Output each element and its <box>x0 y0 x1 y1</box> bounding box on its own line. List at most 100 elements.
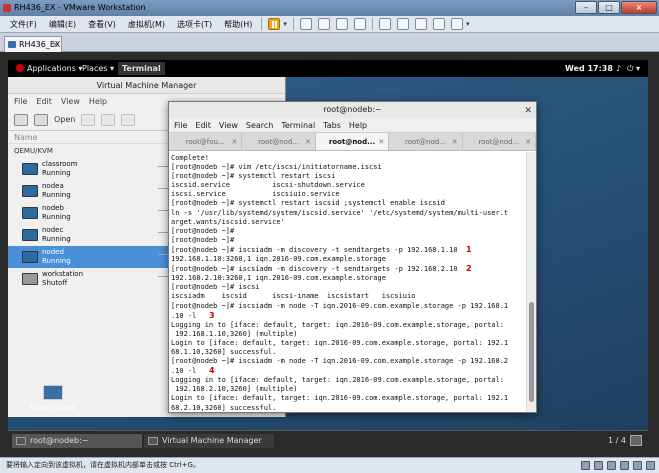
tab-close-icon[interactable]: × <box>52 37 59 52</box>
annotation-number: 4 <box>208 366 215 376</box>
cdrom-status-icon[interactable] <box>594 461 603 470</box>
pause-vm-icon[interactable] <box>101 113 116 126</box>
desktop-icon-view-nodec[interactable]: View nodec <box>28 385 78 412</box>
annotation-number: 1 <box>466 244 472 254</box>
terminal-close-icon[interactable]: ✕ <box>524 103 532 119</box>
terminal-line: Logging in to [iface: default, target: i… <box>171 320 504 329</box>
volume-icon[interactable]: ♪ <box>616 60 621 77</box>
terminal-tab[interactable]: root@nod... ✕ <box>463 133 537 151</box>
terminal-tab[interactable]: root@nod... ✕ <box>242 133 316 151</box>
menu-vm[interactable]: 虚拟机(M) <box>122 19 171 30</box>
guest-display[interactable]: Applications ▾ Places ▾ Terminal Wed 17:… <box>8 60 648 450</box>
minimize-button[interactable]: – <box>575 1 597 14</box>
terminal-line: [root@nodeb ~]# systemctl restart iscsid… <box>171 199 445 208</box>
workspace-pager[interactable]: 1 / 4 <box>608 434 626 448</box>
vmm-title: Virtual Machine Manager <box>8 77 285 94</box>
menu-file[interactable]: 文件(F) <box>4 19 43 30</box>
library-icon[interactable] <box>378 18 391 30</box>
terminal-app-menu[interactable]: Terminal <box>118 62 165 75</box>
term-menu-file[interactable]: File <box>174 118 187 132</box>
unity-icon[interactable] <box>432 18 445 30</box>
terminal-menubar: File Edit View Search Terminal Tabs Help <box>169 118 536 133</box>
menu-help[interactable]: 帮助(H) <box>218 19 258 30</box>
terminal-output[interactable]: Complete! [root@nodeb ~]# vim /etc/iscsi/… <box>169 152 527 412</box>
terminal-line: 192.168.1.10:3260,1 iqn.2016-09.com.exam… <box>171 255 386 264</box>
new-vm-icon[interactable] <box>14 113 28 126</box>
tab-close-icon[interactable]: ✕ <box>378 133 384 151</box>
taskbar-terminal[interactable]: root@nodeb:~ <box>12 434 142 448</box>
term-menu-tabs[interactable]: Tabs <box>323 118 341 132</box>
term-menu-edit[interactable]: Edit <box>195 118 211 132</box>
applications-menu[interactable]: Applications ▾ <box>16 60 82 77</box>
term-menu-terminal[interactable]: Terminal <box>281 118 315 132</box>
vm-monitor-icon <box>22 207 38 219</box>
pause-icon[interactable] <box>268 18 281 30</box>
vmware-titlebar: RH436_EX - VMware Workstation – □ × <box>0 0 659 16</box>
hdd-status-icon[interactable] <box>581 461 590 470</box>
terminal-scrollbar[interactable] <box>526 152 536 412</box>
vm-monitor-icon <box>22 251 38 263</box>
terminal-line: 192.168.2.10,3260] (multiple) <box>171 385 298 394</box>
tab-close-icon[interactable]: ✕ <box>305 133 311 151</box>
status-text: 要将输入定向到该虚拟机，请在虚拟机内部单击或按 Ctrl+G。 <box>6 461 200 469</box>
menu-view[interactable]: 查看(V) <box>82 19 122 30</box>
view-dropdown-icon[interactable]: ▾ <box>466 20 470 28</box>
vmm-menu-help[interactable]: Help <box>89 94 107 109</box>
terminal-line: [root@nodeb ~]# iscsi <box>171 283 260 292</box>
workspace-indicator-icon[interactable] <box>630 435 642 446</box>
places-menu[interactable]: Places ▾ <box>82 60 114 77</box>
terminal-tab[interactable]: root@nod... ✕ <box>315 133 390 151</box>
annotation-number: 3 <box>208 310 215 320</box>
pause-dropdown-icon[interactable]: ▾ <box>283 20 287 28</box>
scrollbar-thumb[interactable] <box>529 302 534 402</box>
terminal-line: arget.wants/iscsid.service' <box>171 217 285 226</box>
clock[interactable]: Wed 17:38 <box>565 60 613 77</box>
tab-close-icon[interactable]: ✕ <box>525 133 531 151</box>
vm-monitor-icon <box>22 229 38 241</box>
snapshot-icon[interactable] <box>317 18 330 30</box>
terminal-line: [root@nodeb ~]# <box>171 226 235 235</box>
taskbar-vmm[interactable]: Virtual Machine Manager <box>144 434 274 448</box>
tab-rh436-ex[interactable]: RH436_EX × <box>4 36 62 52</box>
send-ctrl-alt-del-icon[interactable] <box>299 18 312 30</box>
menu-tabs[interactable]: 选项卡(T) <box>171 19 218 30</box>
term-menu-search[interactable]: Search <box>246 118 273 132</box>
terminal-title: root@nodeb:~ ✕ <box>169 102 536 118</box>
terminal-line: 192.168.2.10:3260,1 iqn.2016-09.com.exam… <box>171 274 386 283</box>
vm-status: Running <box>42 191 71 199</box>
network-status-icon[interactable] <box>607 461 616 470</box>
open-button[interactable]: Open <box>54 115 75 124</box>
terminal-tab[interactable]: root@fou... ✕ <box>169 133 243 151</box>
vm-icon <box>8 41 16 48</box>
terminal-icon <box>16 437 26 445</box>
vm-name: workstation <box>42 270 84 278</box>
terminal-window: root@nodeb:~ ✕ File Edit View Search Ter… <box>168 101 537 413</box>
gnome-top-bar: Applications ▾ Places ▾ Terminal Wed 17:… <box>8 60 648 77</box>
close-button[interactable]: × <box>621 1 657 14</box>
tab-close-icon[interactable]: ✕ <box>232 133 238 151</box>
monitor-icon[interactable] <box>34 113 48 126</box>
fullscreen-icon[interactable] <box>414 18 427 30</box>
menu-edit[interactable]: 编辑(E) <box>43 19 82 30</box>
tab-close-icon[interactable]: ✕ <box>452 133 458 151</box>
vmm-menu-file[interactable]: File <box>14 94 27 109</box>
power-menu-icon[interactable]: ⏻ ▾ <box>627 60 640 77</box>
term-menu-help[interactable]: Help <box>349 118 367 132</box>
display-status-icon[interactable] <box>646 461 655 470</box>
vm-status: Running <box>42 213 71 221</box>
terminal-tab[interactable]: root@nod... ✕ <box>389 133 463 151</box>
run-icon[interactable] <box>81 113 96 126</box>
maximize-button[interactable]: □ <box>598 1 620 14</box>
shutdown-icon[interactable] <box>121 113 136 126</box>
terminal-line: .10 -l 3 <box>171 310 215 320</box>
snapshot-manager-icon[interactable] <box>353 18 366 30</box>
console-view-icon[interactable] <box>450 18 463 30</box>
sound-status-icon[interactable] <box>633 461 642 470</box>
vmm-menu-edit[interactable]: Edit <box>36 94 52 109</box>
revert-snapshot-icon[interactable] <box>335 18 348 30</box>
usb-status-icon[interactable] <box>620 461 629 470</box>
thumbnail-icon[interactable] <box>396 18 409 30</box>
vm-status: Running <box>42 235 71 243</box>
term-menu-view[interactable]: View <box>219 118 238 132</box>
vmm-menu-view[interactable]: View <box>61 94 80 109</box>
